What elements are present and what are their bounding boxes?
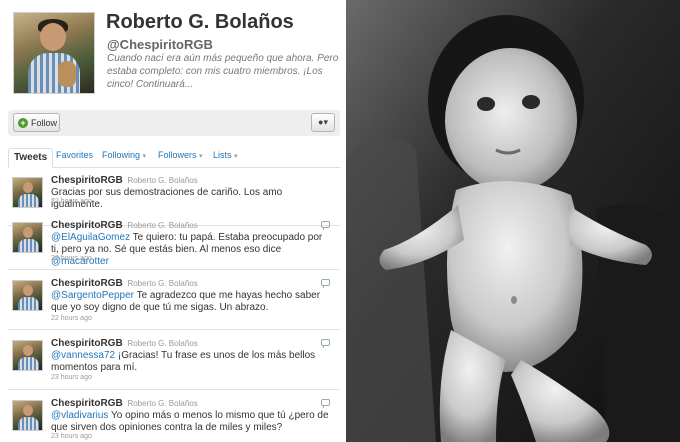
tweet-timestamp[interactable]: 22 hours ago xyxy=(51,315,92,322)
profile-handle[interactable]: @ChespiritoRGB xyxy=(107,37,213,52)
tweet-fullname: Roberto G. Bolaños xyxy=(127,221,198,230)
follow-button-label: Follow xyxy=(31,117,58,128)
tweet-username[interactable]: ChespiritoRGB xyxy=(51,175,123,186)
profile-bio: Cuando nací era aún más pequeño que ahor… xyxy=(107,53,339,90)
tweet-fullname: Roberto G. Bolaños xyxy=(127,339,198,348)
tweet-timestamp[interactable]: 23 hours ago xyxy=(51,433,92,440)
tweet-username[interactable]: ChespiritoRGB xyxy=(51,220,123,231)
tweet-item[interactable]: ChespiritoRGB Roberto G. Bolaños @Sargen… xyxy=(8,272,340,330)
baby-photo-illustration xyxy=(346,0,680,442)
profile-action-bar: + Follow ●▾ xyxy=(8,110,340,136)
twitter-profile-panel: Roberto G. Bolaños @ChespiritoRGB Cuando… xyxy=(0,0,346,442)
tweet-timestamp[interactable]: 23 hours ago xyxy=(51,374,92,381)
tweet-avatar[interactable] xyxy=(12,400,43,431)
tweet-fullname: Roberto G. Bolaños xyxy=(127,399,198,408)
tweet-header: ChespiritoRGB Roberto G. Bolaños xyxy=(51,278,198,289)
tweet-text: @vannessa72 ¡Gracias! Tu frase es unos d… xyxy=(51,350,331,374)
tweet-timestamp[interactable]: 22 hours ago xyxy=(51,255,92,262)
profile-avatar[interactable] xyxy=(13,12,95,94)
tweet-mention[interactable]: @SargentoPepper xyxy=(51,290,134,301)
profile-name: Roberto G. Bolaños xyxy=(106,11,294,33)
tweet-mention[interactable]: @vannessa72 xyxy=(51,350,115,361)
tweet-fullname: Roberto G. Bolaños xyxy=(127,176,198,185)
tab-lists[interactable]: Lists ▾ xyxy=(213,150,238,160)
user-dropdown-icon: ●▾ xyxy=(318,117,328,127)
tweet-header: ChespiritoRGB Roberto G. Bolaños xyxy=(51,398,198,409)
follow-plus-icon: + xyxy=(18,117,28,128)
chevron-down-icon: ▾ xyxy=(199,153,203,160)
tab-followers[interactable]: Followers ▾ xyxy=(158,150,203,160)
tweet-mention[interactable]: @ElAguilaGomez xyxy=(51,232,130,243)
tab-favorites[interactable]: Favorites xyxy=(56,150,93,160)
tweet-header: ChespiritoRGB Roberto G. Bolaños xyxy=(51,338,198,349)
reply-icon[interactable] xyxy=(321,339,330,348)
tweet-item[interactable]: ChespiritoRGB Roberto G. Bolaños @vannes… xyxy=(8,332,340,390)
tab-followers-label: Followers xyxy=(158,150,197,160)
tab-following[interactable]: Following ▾ xyxy=(102,150,146,160)
tweet-text: @SargentoPepper Te agradezco que me haya… xyxy=(51,290,331,314)
tweet-avatar[interactable] xyxy=(12,280,43,311)
tab-tweets[interactable]: Tweets xyxy=(8,148,54,168)
profile-header: Roberto G. Bolaños @ChespiritoRGB Cuando… xyxy=(0,0,346,106)
profile-tabs: Tweets Favorites Following ▾ Followers ▾… xyxy=(8,148,340,168)
reply-icon[interactable] xyxy=(321,279,330,288)
tweet-avatar[interactable] xyxy=(12,340,43,371)
tweet-timestamp[interactable]: 22 hours ago xyxy=(51,198,92,205)
tweet-item[interactable]: ChespiritoRGB Roberto G. Bolaños @vladiv… xyxy=(8,392,340,442)
tab-lists-label: Lists xyxy=(213,150,232,160)
tweet-text: Gracias por sus demostraciones de cariño… xyxy=(51,187,331,211)
tweet-username[interactable]: ChespiritoRGB xyxy=(51,338,123,349)
chevron-down-icon: ▾ xyxy=(142,153,147,160)
tab-favorites-label: Favorites xyxy=(56,150,94,160)
vintage-baby-photo xyxy=(346,0,680,442)
tweet-avatar[interactable] xyxy=(12,177,43,208)
tab-following-label: Following xyxy=(102,150,141,160)
tweet-header: ChespiritoRGB Roberto G. Bolaños xyxy=(51,175,198,186)
tweet-item[interactable]: ChespiritoRGB Roberto G. Bolaños @ElAgui… xyxy=(8,214,340,270)
chevron-down-icon: ▾ xyxy=(234,153,238,160)
follow-button[interactable]: + Follow xyxy=(13,113,60,132)
tweet-header: ChespiritoRGB Roberto G. Bolaños xyxy=(51,220,198,231)
tweet-mention[interactable]: @vladivarius xyxy=(51,410,108,421)
tweet-text: @vladivarius Yo opino más o menos lo mis… xyxy=(51,410,331,434)
tweet-text: @ElAguilaGomez Te quiero: tu papá. Estab… xyxy=(51,232,331,268)
tweet-username[interactable]: ChespiritoRGB xyxy=(51,278,123,289)
reply-icon[interactable] xyxy=(321,221,330,230)
tweet-username[interactable]: ChespiritoRGB xyxy=(51,398,123,409)
user-dropdown-button[interactable]: ●▾ xyxy=(311,113,335,132)
reply-icon[interactable] xyxy=(321,399,330,408)
tweet-avatar[interactable] xyxy=(12,222,43,253)
tweet-fullname: Roberto G. Bolaños xyxy=(127,279,198,288)
